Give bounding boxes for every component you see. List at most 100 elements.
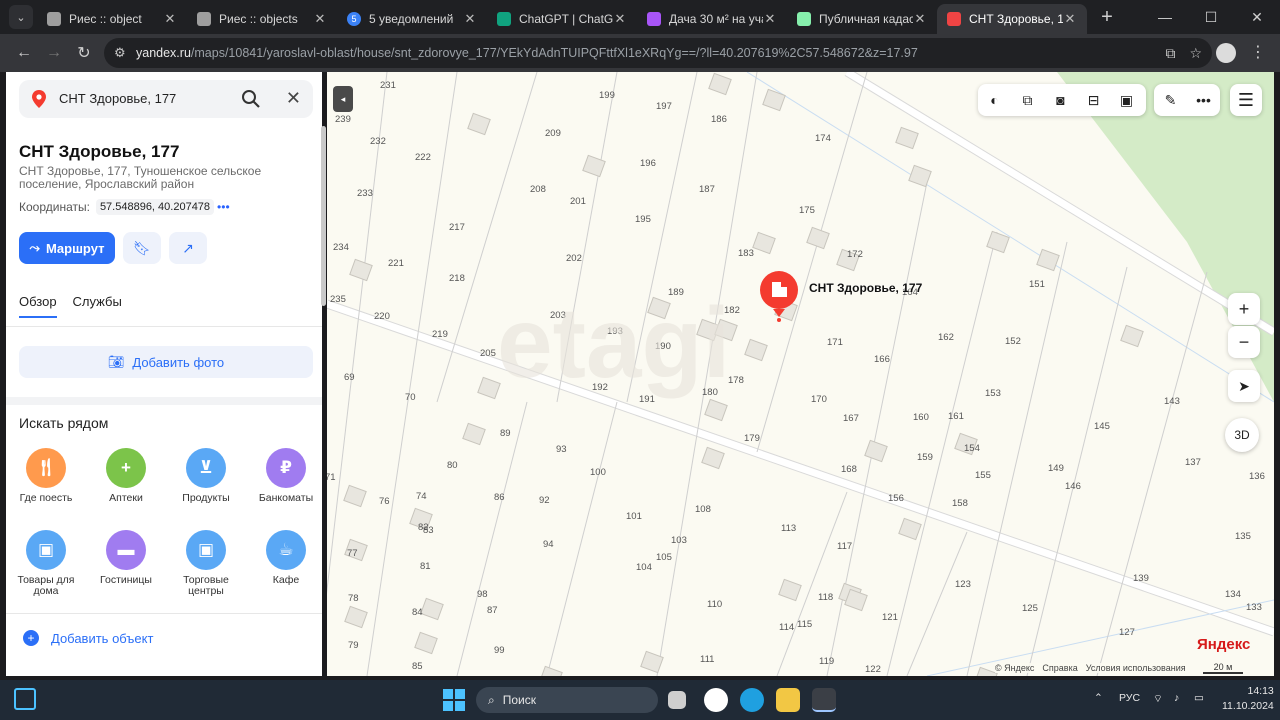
maximize-icon[interactable]: ☐ bbox=[1188, 0, 1234, 34]
tab-search-menu-button[interactable]: ⌄ bbox=[9, 5, 33, 29]
close-tab-icon[interactable]: ✕ bbox=[913, 11, 927, 27]
close-tab-icon[interactable]: ✕ bbox=[313, 11, 327, 27]
plot-number: 77 bbox=[347, 548, 358, 559]
bed-icon: ▬ bbox=[106, 530, 146, 570]
widgets-icon[interactable] bbox=[14, 688, 36, 710]
task-view-icon[interactable] bbox=[668, 691, 686, 709]
close-tab-icon[interactable]: ✕ bbox=[763, 11, 777, 27]
zoom-out-button[interactable]: − bbox=[1228, 326, 1260, 358]
panorama-camera-icon[interactable]: ◙ bbox=[1044, 92, 1077, 108]
search-input[interactable]: СНТ Здоровье, 177 ✕ bbox=[19, 80, 313, 118]
locate-me-icon[interactable]: ➤ bbox=[1228, 370, 1260, 402]
site-info-icon[interactable]: ⚙ bbox=[114, 45, 136, 61]
nearby-category[interactable]: ⊻ Продукты bbox=[166, 448, 246, 504]
plot-number: 168 bbox=[841, 464, 857, 475]
traffic-icon[interactable]: ▣ bbox=[1110, 92, 1143, 109]
plot-number: 183 bbox=[738, 248, 754, 259]
clear-search-icon[interactable]: ✕ bbox=[286, 88, 301, 109]
new-tab-button[interactable]: + bbox=[1097, 6, 1117, 29]
nearby-category-label: Товары для дома bbox=[17, 574, 75, 597]
url-text[interactable]: yandex.ru/maps/10841/yaroslavl-oblast/ho… bbox=[136, 46, 1165, 60]
browser-tab[interactable]: Риес :: object ✕ bbox=[37, 4, 187, 34]
nearby-category[interactable]: ☕︎ Кафе bbox=[246, 530, 322, 586]
browser-tab[interactable]: Риес :: objects ✕ bbox=[187, 4, 337, 34]
basket-icon: ⊻ bbox=[186, 448, 226, 488]
tab-title: Риес :: object bbox=[69, 12, 142, 26]
help-link[interactable]: Справка bbox=[1042, 663, 1077, 673]
chrome-icon[interactable] bbox=[812, 688, 836, 712]
add-object-button[interactable]: + Добавить объект bbox=[23, 630, 153, 646]
close-tab-icon[interactable]: ✕ bbox=[1063, 11, 1077, 27]
browser-menu-icon[interactable]: ⋮ bbox=[1250, 42, 1266, 62]
taskbar-search[interactable]: ⌕ Поиск bbox=[476, 687, 658, 713]
close-tab-icon[interactable]: ✕ bbox=[463, 11, 477, 27]
plot-number: 115 bbox=[797, 619, 812, 630]
building bbox=[1036, 248, 1060, 272]
install-app-icon[interactable]: ⧉ bbox=[1165, 45, 1175, 62]
reload-icon[interactable]: ↻ bbox=[69, 43, 99, 63]
transport-bus-icon[interactable]: ⊟ bbox=[1077, 92, 1110, 109]
terms-link[interactable]: Условия использования bbox=[1086, 663, 1186, 673]
back-icon[interactable]: ← bbox=[9, 44, 39, 62]
close-tab-icon[interactable]: ✕ bbox=[613, 11, 627, 27]
browser-tab[interactable]: Публичная кадастр✕ bbox=[787, 4, 937, 34]
plot-number: 145 bbox=[1094, 421, 1110, 432]
tab-overview[interactable]: Обзор bbox=[19, 294, 57, 318]
search-icon[interactable] bbox=[241, 89, 261, 109]
battery-icon[interactable]: ▭ bbox=[1194, 692, 1204, 704]
ruler-icon[interactable]: ✎ bbox=[1154, 92, 1187, 109]
browser-tab[interactable]: ChatGPT | ChatGPT 4✕ bbox=[487, 4, 637, 34]
plot-number: 136 bbox=[1249, 471, 1265, 482]
system-clock[interactable]: 14:13 11.10.2024 bbox=[1222, 684, 1274, 714]
zoom-in-button[interactable]: + bbox=[1228, 293, 1260, 325]
hamburger-menu-icon[interactable]: ☰ bbox=[1230, 84, 1262, 116]
plot-number: 154 bbox=[964, 443, 980, 454]
wifi-icon[interactable]: ⌔ bbox=[1153, 692, 1163, 706]
browser-tab[interactable]: СНТ Здоровье, 177✕ bbox=[937, 4, 1087, 34]
collapse-panel-button[interactable]: ◂ bbox=[333, 86, 353, 112]
address-bar[interactable]: ⚙ yandex.ru/maps/10841/yaroslavl-oblast/… bbox=[104, 38, 1212, 68]
minimize-icon[interactable]: — bbox=[1142, 0, 1188, 34]
panel-scrollbar[interactable] bbox=[321, 126, 326, 306]
language-indicator[interactable]: РУС bbox=[1119, 692, 1140, 704]
browser-tab[interactable]: 5 5 уведомлений ✕ bbox=[337, 4, 487, 34]
more-tools-icon[interactable]: ••• bbox=[1187, 92, 1220, 108]
bookmark-star-icon[interactable]: ☆ bbox=[1189, 45, 1202, 62]
edge-icon[interactable] bbox=[740, 688, 764, 712]
plot-number: 233 bbox=[357, 188, 373, 199]
nearby-category[interactable]: ▬ Гостиницы bbox=[86, 530, 166, 586]
plot-number: 81 bbox=[420, 561, 431, 572]
more-options-icon[interactable]: ••• bbox=[217, 200, 230, 214]
forward-icon[interactable]: → bbox=[39, 44, 69, 62]
plot-boundary bbox=[906, 531, 968, 676]
route-button[interactable]: ⤳ Маршрут bbox=[19, 232, 115, 264]
nearby-category[interactable]: 🍴︎ Где поесть bbox=[6, 448, 86, 504]
map-book-icon[interactable]: ⧉ bbox=[1011, 92, 1044, 109]
yandex-logo[interactable]: Яндекс bbox=[1197, 636, 1250, 653]
nearby-category[interactable]: ▣ Товары для дома bbox=[6, 530, 86, 597]
volume-icon[interactable]: ♪ bbox=[1174, 692, 1179, 704]
3d-button[interactable]: 3D bbox=[1225, 418, 1259, 452]
map-canvas[interactable]: 231 232 233 234 235 222 221 220 217 218 219 209 208 2… bbox=[327, 72, 1274, 676]
profile-avatar[interactable] bbox=[1216, 43, 1236, 63]
layers-icon[interactable]: ◐ bbox=[978, 92, 1011, 108]
map-tools-toolbar: ✎ ••• bbox=[1154, 84, 1220, 116]
building bbox=[343, 484, 367, 508]
close-tab-icon[interactable]: ✕ bbox=[163, 11, 177, 27]
tray-chevron-icon[interactable]: ⌃ bbox=[1094, 692, 1103, 704]
nearby-category[interactable]: ▣ Торговые центры bbox=[166, 530, 246, 597]
tab-services[interactable]: Службы bbox=[73, 294, 122, 318]
yandex-browser-icon[interactable] bbox=[704, 688, 728, 712]
file-explorer-icon[interactable] bbox=[776, 688, 800, 712]
bookmark-button[interactable]: 🔖︎ bbox=[123, 232, 161, 264]
plot-number: 92 bbox=[539, 495, 550, 506]
share-button[interactable]: ↗ bbox=[169, 232, 207, 264]
add-photo-button[interactable]: 📷︎ Добавить фото bbox=[19, 346, 313, 378]
coordinates-value[interactable]: 57.548896, 40.207478 bbox=[95, 199, 215, 215]
plot-number: 159 bbox=[917, 452, 933, 463]
close-window-icon[interactable]: ✕ bbox=[1234, 0, 1280, 34]
nearby-category[interactable]: + Аптеки bbox=[86, 448, 166, 504]
nearby-category[interactable]: ₽ Банкоматы bbox=[246, 448, 322, 504]
windows-start-icon[interactable] bbox=[443, 689, 465, 711]
browser-tab[interactable]: Дача 30 м² на участ✕ bbox=[637, 4, 787, 34]
